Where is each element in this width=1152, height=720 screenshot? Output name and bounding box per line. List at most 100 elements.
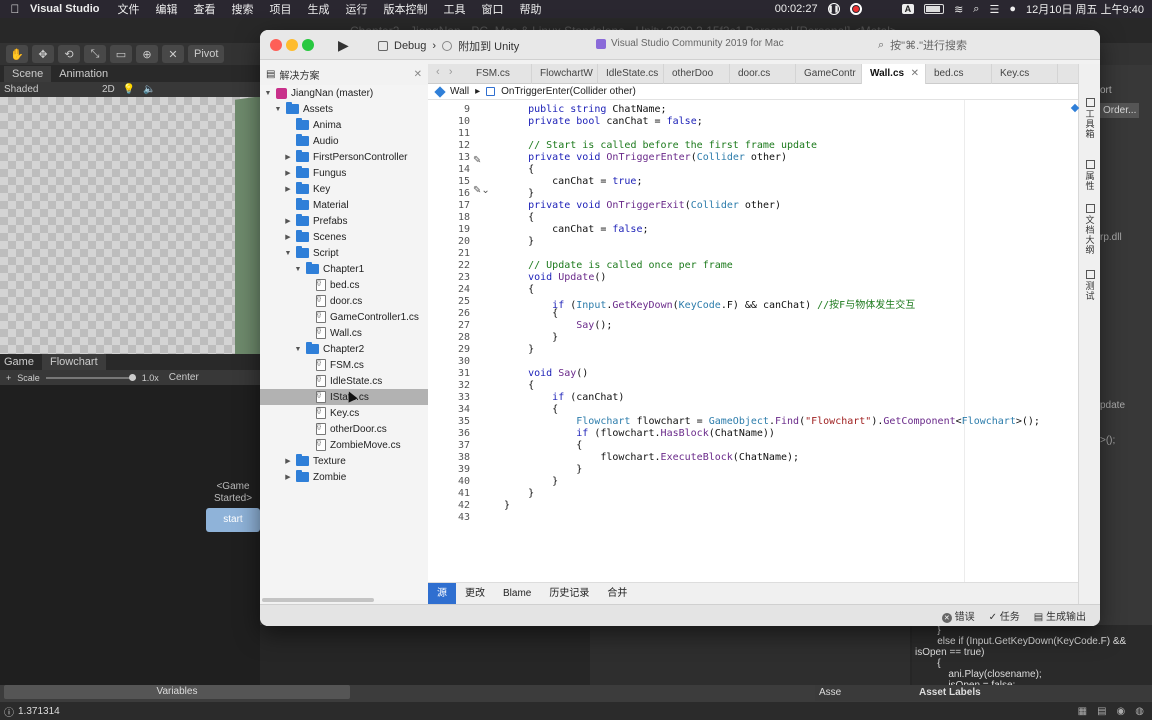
code-line[interactable]: private void OnTriggerExit(Collider othe… xyxy=(504,200,781,211)
progress-icon[interactable]: ▤ xyxy=(1097,706,1106,717)
errors-pad-button[interactable]: ✕ 错误 xyxy=(941,608,975,623)
app-name-menu[interactable]: Visual Studio xyxy=(30,3,99,15)
code-line[interactable]: { xyxy=(504,284,534,295)
pause-icon[interactable]: ❚❚ xyxy=(827,3,840,15)
chevron-right-icon[interactable]: ▶ xyxy=(284,153,292,161)
scene-view[interactable] xyxy=(0,97,260,354)
code-line[interactable]: } xyxy=(504,488,534,499)
toggle-2d-button[interactable]: 2D xyxy=(102,84,115,95)
rect-tool-icon[interactable]: ▭ xyxy=(110,45,132,63)
tree-item-file[interactable]: Key.cs xyxy=(260,405,428,421)
chevron-right-icon[interactable]: ▶ xyxy=(284,169,292,177)
tab-nav-arrows[interactable]: ‹ › xyxy=(436,66,453,78)
document-view-tab[interactable]: 更改 xyxy=(456,583,494,605)
code-line[interactable]: } xyxy=(504,344,534,355)
chevron-right-icon[interactable]: ▶ xyxy=(284,457,292,465)
tree-item-folder[interactable]: ▶ Texture xyxy=(260,453,428,469)
document-view-tab[interactable]: 合并 xyxy=(598,583,636,605)
code-line[interactable]: private bool canChat = false; xyxy=(504,116,703,127)
status-message[interactable]: 1.371314 xyxy=(18,706,60,717)
move-tool-icon[interactable]: ✥ xyxy=(32,45,54,63)
code-line[interactable]: Flowchart flowchart = GameObject.Find("F… xyxy=(504,416,1040,427)
tasks-pad-button[interactable]: ✓ 任务 xyxy=(989,608,1020,623)
config-label[interactable]: Debug xyxy=(394,40,426,52)
editor-tab[interactable]: GameContr xyxy=(796,64,862,84)
code-line[interactable]: } xyxy=(504,332,558,343)
document-view-tab[interactable]: Blame xyxy=(494,583,540,605)
variables-panel-header[interactable]: Variables xyxy=(4,685,350,699)
tree-item-folder[interactable]: Audio xyxy=(260,133,428,149)
lighting-status-icon[interactable]: ◉ xyxy=(1117,706,1126,717)
rotate-tool-icon[interactable]: ⟲ xyxy=(58,45,80,63)
minimize-window-button[interactable] xyxy=(286,39,298,51)
input-method-indicator[interactable]: A xyxy=(901,4,915,14)
custom-tool-icon[interactable]: ✕ xyxy=(162,45,184,63)
tree-item-file[interactable]: otherDoor.cs xyxy=(260,421,428,437)
side-pad-button[interactable]: 属性 xyxy=(1083,160,1097,191)
side-pad-button[interactable]: 文档大纲 xyxy=(1083,204,1097,255)
code-line[interactable]: if (Input.GetKeyDown(KeyCode.F) && canCh… xyxy=(504,296,915,311)
inspector-order-button[interactable]: Order... xyxy=(1100,103,1140,118)
code-line[interactable]: } xyxy=(504,464,582,475)
run-configuration[interactable]: Debug › 附加到 Unity xyxy=(378,38,519,54)
tree-item-folder[interactable]: ▶ Scenes xyxy=(260,229,428,245)
document-view-tab[interactable]: 历史记录 xyxy=(540,583,598,605)
wifi-icon[interactable]: ≋ xyxy=(954,3,963,16)
code-line[interactable]: { xyxy=(504,212,534,223)
tree-item-folder[interactable]: Material xyxy=(260,197,428,213)
pivot-button[interactable]: Pivot xyxy=(188,45,225,63)
menu-item[interactable]: 搜索 xyxy=(231,1,253,17)
code-editor[interactable]: 9 10 11 12 13 14 15 16 17 18 19 20 21 22 23 24 25 26 27 28 2… xyxy=(428,100,1078,582)
asset-search-label[interactable]: Asse xyxy=(819,687,841,698)
breadcrumb-class[interactable]: Wall xyxy=(450,86,469,97)
menu-item[interactable]: 工具 xyxy=(443,1,465,17)
shading-dropdown[interactable]: Shaded xyxy=(4,84,94,95)
tree-item-folder[interactable]: ▶ Key xyxy=(260,181,428,197)
record-icon[interactable] xyxy=(849,3,862,15)
tree-item-folder[interactable]: ▼ Chapter2 xyxy=(260,341,428,357)
tree-item-folder[interactable]: ▼ Assets xyxy=(260,101,428,117)
tree-item-folder[interactable]: ▶ Fungus xyxy=(260,165,428,181)
editor-tab[interactable]: FSM.cs xyxy=(468,64,532,84)
add-icon[interactable]: + xyxy=(6,373,11,383)
menu-item[interactable]: 生成 xyxy=(307,1,329,17)
document-view-tab[interactable]: 源 xyxy=(428,582,456,605)
tree-item-file[interactable]: IStat...cs xyxy=(260,389,428,405)
lighting-icon[interactable]: 💡 xyxy=(123,84,135,95)
code-line[interactable]: // Start is called before the first fram… xyxy=(504,140,817,151)
editor-tab[interactable]: FlowchartW xyxy=(532,64,598,84)
tree-item-folder[interactable]: ▶ Prefabs xyxy=(260,213,428,229)
tree-item-file[interactable]: door.cs xyxy=(260,293,428,309)
flowchart-canvas[interactable]: <Game Started> start xyxy=(0,385,260,685)
menu-item[interactable]: 查看 xyxy=(193,1,215,17)
code-line[interactable]: if (flowchart.HasBlock(ChatName)) xyxy=(504,428,775,439)
menu-item[interactable]: 项目 xyxy=(269,1,291,17)
tree-item-file[interactable]: FSM.cs xyxy=(260,357,428,373)
chevron-right-icon[interactable]: ▶ xyxy=(284,217,292,225)
code-line[interactable]: flowchart.ExecuteBlock(ChatName); xyxy=(504,452,799,463)
menu-item[interactable]: 版本控制 xyxy=(383,1,427,17)
apple-icon[interactable]:  xyxy=(0,2,30,16)
code-line[interactable]: } xyxy=(504,476,558,487)
cache-icon[interactable]: ◍ xyxy=(1135,706,1144,717)
tree-item-file[interactable]: IdleState.cs xyxy=(260,373,428,389)
code-line[interactable]: } xyxy=(504,500,510,511)
chevron-right-icon[interactable]: ▶ xyxy=(284,233,292,241)
chevron-down-icon[interactable]: ▼ xyxy=(284,250,292,257)
tree-item-file[interactable]: GameController1.cs xyxy=(260,309,428,325)
tree-item-file[interactable]: Wall.cs xyxy=(260,325,428,341)
chevron-right-icon[interactable]: ▶ xyxy=(284,185,292,193)
target-label[interactable]: 附加到 Unity xyxy=(458,38,519,54)
code-line[interactable]: { xyxy=(504,380,534,391)
close-icon[interactable]: ✕ xyxy=(414,69,422,80)
maximize-window-button[interactable] xyxy=(302,39,314,51)
editor-tab[interactable]: otherDoo xyxy=(664,64,730,84)
menu-item[interactable]: 文件 xyxy=(117,1,139,17)
tree-item-folder[interactable]: ▼ Script xyxy=(260,245,428,261)
code-line[interactable]: } xyxy=(504,236,534,247)
tree-item-folder[interactable]: ▼ Chapter1 xyxy=(260,261,428,277)
code-line[interactable]: } xyxy=(504,188,534,199)
editor-tab[interactable]: Wall.cs ✕ xyxy=(862,64,926,84)
siri-icon[interactable]: ● xyxy=(1009,3,1016,15)
close-tab-icon[interactable]: ✕ xyxy=(911,64,919,84)
